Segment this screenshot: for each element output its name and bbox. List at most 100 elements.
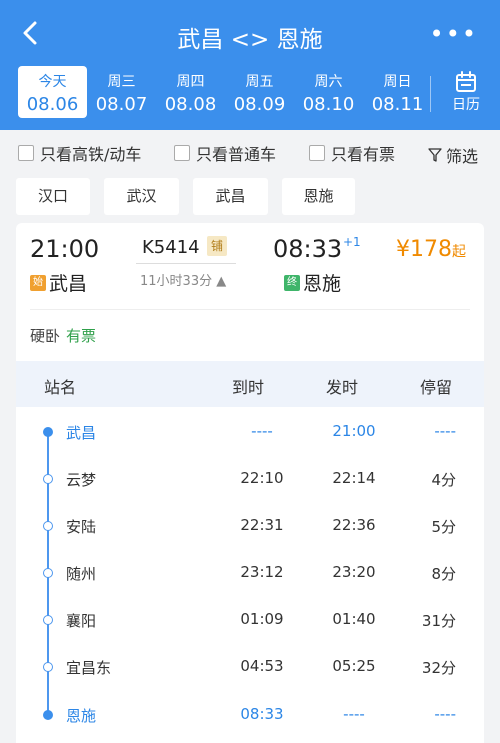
filter-button[interactable]: 筛选 — [428, 143, 478, 167]
date-tab[interactable]: 周四 08.08 — [156, 66, 225, 118]
timeline-dot — [43, 521, 53, 531]
date-weekday: 周六 — [314, 74, 343, 90]
stop-row: 襄阳 01:09 01:40 31分 — [16, 597, 484, 644]
checkbox-box — [18, 145, 34, 161]
station-tag[interactable]: 武昌 — [193, 178, 268, 215]
stop-depart: 22:36 — [332, 516, 376, 534]
stop-depart: 05:25 — [332, 657, 376, 675]
stop-stay: ---- — [434, 705, 456, 723]
stop-stay: 8分 — [431, 565, 456, 583]
col-depart: 发时 — [326, 378, 359, 397]
price-suffix: 起 — [452, 244, 466, 260]
date-tab[interactable]: 周日 08.11 — [363, 66, 432, 118]
timeline-dot — [43, 615, 53, 625]
start-badge: 始 — [30, 274, 46, 291]
stop-arrive: 04:53 — [240, 657, 284, 675]
station-tag[interactable]: 汉口 — [16, 178, 90, 215]
timeline-dot — [43, 710, 53, 720]
high-speed-checkbox[interactable]: 只看高铁/动车 — [18, 143, 142, 164]
date-value: 08.10 — [302, 94, 355, 115]
header: 武昌 <> 恩施 ••• 今天 08.06 周三 08.07 周四 08.08 … — [0, 0, 500, 130]
stop-stay: 4分 — [431, 471, 456, 489]
date-value: 08.06 — [26, 94, 79, 115]
stop-arrive: 22:10 — [240, 469, 284, 487]
from-station-name: 武昌 — [49, 273, 88, 295]
station-tag[interactable]: 恩施 — [282, 178, 355, 215]
normal-train-checkbox[interactable]: 只看普通车 — [174, 143, 277, 164]
stop-stay: 5分 — [431, 518, 456, 536]
date-tab[interactable]: 周五 08.09 — [225, 66, 294, 118]
date-weekday: 今天 — [38, 74, 67, 90]
page-title: 武昌 <> 恩施 — [177, 27, 323, 53]
timeline-dot — [43, 568, 53, 578]
price: ¥178起 — [396, 237, 466, 262]
date-tab-today[interactable]: 今天 08.06 — [18, 66, 87, 118]
stop-depart: ---- — [343, 705, 365, 723]
calendar-button[interactable]: 日历 — [438, 66, 494, 118]
date-weekday: 周日 — [383, 74, 412, 90]
duration-toggle[interactable]: 11小时33分 ▲ — [140, 270, 226, 289]
more-icon[interactable]: ••• — [430, 20, 478, 48]
col-arrive: 到时 — [232, 378, 265, 397]
date-value: 08.09 — [233, 94, 286, 115]
sleeper-badge: 铺 — [207, 236, 227, 256]
date-weekday: 周五 — [245, 74, 274, 90]
station-tags: 汉口 武汉 武昌 恩施 — [0, 178, 500, 216]
divider — [430, 76, 431, 112]
seat-info: 硬卧 有票 — [30, 325, 96, 346]
stop-row: 随州 23:12 23:20 8分 — [16, 550, 484, 597]
departure-time: 21:00 — [30, 235, 100, 263]
stop-row: 云梦 22:10 22:14 4分 — [16, 456, 484, 503]
date-weekday: 周三 — [107, 74, 136, 90]
checkbox-label: 只看普通车 — [196, 145, 277, 164]
date-value: 08.11 — [371, 94, 424, 115]
stop-row: 安陆 22:31 22:36 5分 — [16, 503, 484, 550]
nav-bar: 武昌 <> 恩施 ••• — [0, 0, 500, 66]
stop-stay: 32分 — [421, 659, 456, 677]
stop-stay: 31分 — [421, 612, 456, 630]
price-amount: ¥178 — [396, 237, 452, 262]
divider — [136, 263, 236, 264]
date-value: 08.07 — [95, 94, 148, 115]
to-station: 终 恩施 — [284, 269, 341, 296]
stop-name: 随州 — [66, 565, 97, 583]
stop-row: 武昌 ---- 21:00 ---- — [16, 409, 484, 456]
timeline-dot — [43, 662, 53, 672]
filter-bar: 只看高铁/动车 只看普通车 只看有票 筛选 — [0, 130, 500, 174]
to-station-name: 恩施 — [303, 273, 342, 295]
stop-name: 宜昌东 — [66, 659, 112, 677]
stop-depart: 01:40 — [332, 610, 376, 628]
stop-arrive: ---- — [251, 422, 273, 440]
checkbox-label: 只看高铁/动车 — [40, 145, 142, 164]
stop-name: 云梦 — [66, 471, 97, 489]
stop-name: 恩施 — [66, 707, 97, 725]
stop-depart: 21:00 — [332, 422, 376, 440]
station-tag[interactable]: 武汉 — [104, 178, 179, 215]
seat-status: 有票 — [66, 327, 97, 345]
train-number[interactable]: K5414 — [142, 237, 200, 258]
seat-type: 硬卧 — [30, 327, 61, 345]
arrival-time: 08:33 — [273, 235, 343, 263]
available-only-checkbox[interactable]: 只看有票 — [309, 143, 396, 164]
stop-arrive: 08:33 — [240, 705, 284, 723]
checkbox-label: 只看有票 — [331, 145, 396, 164]
train-card: 21:00 K5414 铺 11小时33分 ▲ 08:33 +1 ¥178起 始… — [16, 223, 484, 743]
funnel-icon — [428, 148, 442, 162]
date-weekday: 周四 — [176, 74, 205, 90]
stop-arrive: 22:31 — [240, 516, 284, 534]
stop-name: 襄阳 — [66, 612, 97, 630]
stop-depart: 23:20 — [332, 563, 376, 581]
stops-table-header: 站名 到时 发时 停留 — [16, 361, 484, 407]
calendar-label: 日历 — [452, 97, 480, 113]
filter-label: 筛选 — [446, 147, 479, 166]
date-tab[interactable]: 周三 08.07 — [87, 66, 156, 118]
date-value: 08.08 — [164, 94, 217, 115]
date-tab[interactable]: 周六 08.10 — [294, 66, 363, 118]
stop-name: 安陆 — [66, 518, 97, 536]
stop-row: 恩施 08:33 ---- ---- — [16, 692, 484, 739]
checkbox-box — [309, 145, 325, 161]
stop-depart: 22:14 — [332, 469, 376, 487]
date-tabs: 今天 08.06 周三 08.07 周四 08.08 周五 08.09 周六 0… — [18, 66, 428, 118]
checkbox-box — [174, 145, 190, 161]
col-stay: 停留 — [420, 378, 453, 397]
